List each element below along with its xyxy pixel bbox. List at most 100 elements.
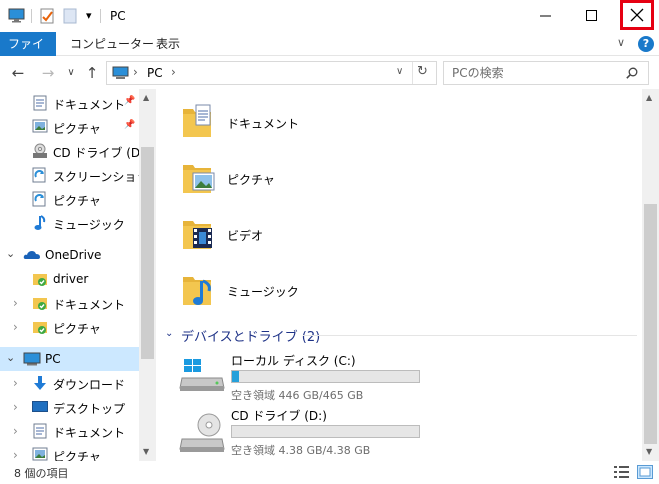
address-separator[interactable]: › xyxy=(133,65,138,79)
music-icon xyxy=(34,215,46,234)
address-text: PC xyxy=(147,66,163,80)
divider xyxy=(31,9,32,23)
cd-drive-icon xyxy=(179,413,227,456)
ribbon: ファイル コンピューター 表示 ∨ ? xyxy=(0,32,659,75)
drive-item-d[interactable]: CD ドライブ (D:) 空き領域 4.38 GB/4.38 GB xyxy=(177,407,437,459)
sidebar-item-onedrive[interactable]: ⌄ OneDrive xyxy=(0,243,139,267)
sidebar-item-pictures-pc[interactable]: › ピクチャ xyxy=(0,443,139,461)
chevron-right-icon[interactable]: › xyxy=(13,320,18,334)
documents-sync-icon xyxy=(32,295,48,314)
sidebar-item-screenshots[interactable]: スクリーンショット xyxy=(0,163,155,187)
status-bar: 8 個の項目 xyxy=(0,461,659,484)
chevron-right-icon[interactable]: › xyxy=(13,400,18,414)
address-separator[interactable]: › xyxy=(171,65,176,79)
details-view-icon[interactable] xyxy=(614,465,630,479)
pictures-icon xyxy=(32,119,48,136)
close-icon xyxy=(630,8,644,22)
videos-folder-icon xyxy=(181,211,215,254)
drive-usage-fill xyxy=(232,371,240,382)
scroll-down-icon[interactable]: ▼ xyxy=(143,447,149,456)
ribbon-collapse-icon[interactable]: ∨ xyxy=(617,36,625,49)
sidebar-item-onedrive-pictures[interactable]: › ピクチャ xyxy=(0,315,139,339)
sidebar-scrollbar[interactable]: ▲ ▼ xyxy=(139,89,156,461)
divider xyxy=(100,9,101,23)
sidebar-item-label: ダウンロード xyxy=(53,378,126,392)
tab-view[interactable]: 表示 xyxy=(146,32,190,56)
pc-icon xyxy=(112,66,129,83)
properties-icon[interactable] xyxy=(40,8,55,27)
scroll-up-icon[interactable]: ▲ xyxy=(646,93,652,102)
sidebar-item-downloads[interactable]: › ダウンロード xyxy=(0,371,139,395)
large-icons-view-icon[interactable] xyxy=(637,465,653,479)
scrollbar-thumb[interactable] xyxy=(141,147,154,359)
drive-usage-bar xyxy=(231,370,420,383)
sidebar-item-pictures-2[interactable]: ピクチャ xyxy=(0,187,139,211)
chevron-down-icon[interactable]: ⌄ xyxy=(6,247,15,260)
sidebar-item-label: CD ドライブ (D:) xyxy=(53,146,149,160)
folder-item[interactable]: ドキュメント xyxy=(181,99,411,149)
scroll-up-icon[interactable]: ▲ xyxy=(143,93,149,102)
pc-icon[interactable] xyxy=(8,8,25,26)
address-bar[interactable]: › PC › ∨ ↻ xyxy=(106,61,437,85)
documents-icon xyxy=(33,423,47,442)
chevron-down-icon[interactable]: ⌄ xyxy=(165,328,173,339)
sidebar-item-cd-drive[interactable]: CD ドライブ (D:) xyxy=(0,139,149,163)
drive-free-space: 空き領域 446 GB/465 GB xyxy=(231,389,364,402)
sidebar-item-label: ミュージック xyxy=(53,218,125,232)
forward-button[interactable]: → xyxy=(39,63,57,83)
sidebar-item-label: OneDrive xyxy=(45,248,102,262)
navigation-pane: ドキュメント 📌 ピクチャ 📌 CD ドライブ (D:) スクリーンショット ピ… xyxy=(0,89,155,461)
sidebar-item-music[interactable]: ミュージック xyxy=(0,211,139,235)
sidebar-item-label: ドキュメント xyxy=(53,98,126,112)
sidebar-item-onedrive-documents[interactable]: › ドキュメント xyxy=(0,291,139,315)
address-dropdown-icon[interactable]: ∨ xyxy=(396,66,403,77)
chevron-down-icon[interactable]: ⌄ xyxy=(6,351,15,364)
recent-locations-button[interactable]: ∨ xyxy=(62,63,80,83)
chevron-right-icon[interactable]: › xyxy=(13,296,18,310)
new-folder-icon[interactable] xyxy=(63,8,77,27)
chevron-right-icon[interactable]: › xyxy=(13,448,18,461)
sidebar-item-pictures[interactable]: ピクチャ 📌 xyxy=(0,115,139,139)
tab-file[interactable]: ファイル xyxy=(0,32,56,75)
search-box[interactable] xyxy=(443,61,649,85)
folder-item[interactable]: ピクチャ xyxy=(181,155,411,205)
pin-icon[interactable]: 📌 xyxy=(124,96,135,106)
drive-label: ローカル ディスク (C:) xyxy=(231,354,356,368)
divider xyxy=(303,335,637,336)
scroll-down-icon[interactable]: ▼ xyxy=(646,447,652,456)
folder-label: ドキュメント xyxy=(227,117,300,131)
maximize-button[interactable] xyxy=(568,0,614,31)
back-button[interactable]: ← xyxy=(9,63,27,83)
documents-folder-icon xyxy=(181,99,213,142)
sidebar-item-desktop[interactable]: › デスクトップ xyxy=(0,395,139,419)
sidebar-item-documents-pc[interactable]: › ドキュメント xyxy=(0,419,139,443)
sidebar-item-pc[interactable]: ⌄ PC xyxy=(0,347,139,371)
scrollbar-thumb[interactable] xyxy=(644,204,657,444)
refresh-icon[interactable]: ↻ xyxy=(417,64,428,79)
pictures-folder-icon xyxy=(181,155,215,198)
drive-item-c[interactable]: ローカル ディスク (C:) 空き領域 446 GB/465 GB xyxy=(177,352,437,404)
sidebar-item-label: ピクチャ xyxy=(53,122,101,136)
content-pane: ドキュメント ピクチャ ビデオ ミュージック ⌄ デバイスとドライブ (2) ロ… xyxy=(157,89,642,461)
close-button[interactable] xyxy=(620,0,654,30)
chevron-right-icon[interactable]: › xyxy=(13,424,18,438)
chevron-right-icon[interactable]: › xyxy=(13,376,18,390)
drive-usage-bar xyxy=(231,425,420,438)
sidebar-item-driver[interactable]: driver xyxy=(0,267,139,291)
downloads-icon xyxy=(33,375,47,394)
minimize-button[interactable] xyxy=(522,0,568,31)
folder-item[interactable]: ミュージック xyxy=(181,267,411,317)
search-input[interactable] xyxy=(452,65,622,81)
onedrive-icon xyxy=(23,249,41,263)
folder-item[interactable]: ビデオ xyxy=(181,211,411,261)
pin-icon[interactable]: 📌 xyxy=(124,120,135,130)
help-icon[interactable]: ? xyxy=(638,36,654,52)
content-scrollbar[interactable]: ▲ ▼ xyxy=(642,89,659,461)
group-title: デバイスとドライブ (2) xyxy=(181,330,321,345)
music-folder-icon xyxy=(181,267,215,312)
sidebar-item-documents[interactable]: ドキュメント 📌 xyxy=(0,91,139,115)
up-button[interactable]: ↑ xyxy=(83,63,101,83)
search-icon[interactable] xyxy=(626,67,638,82)
group-header-devices[interactable]: ⌄ デバイスとドライブ (2) xyxy=(163,326,637,346)
qat-dropdown-icon[interactable]: ▾ xyxy=(86,9,92,22)
